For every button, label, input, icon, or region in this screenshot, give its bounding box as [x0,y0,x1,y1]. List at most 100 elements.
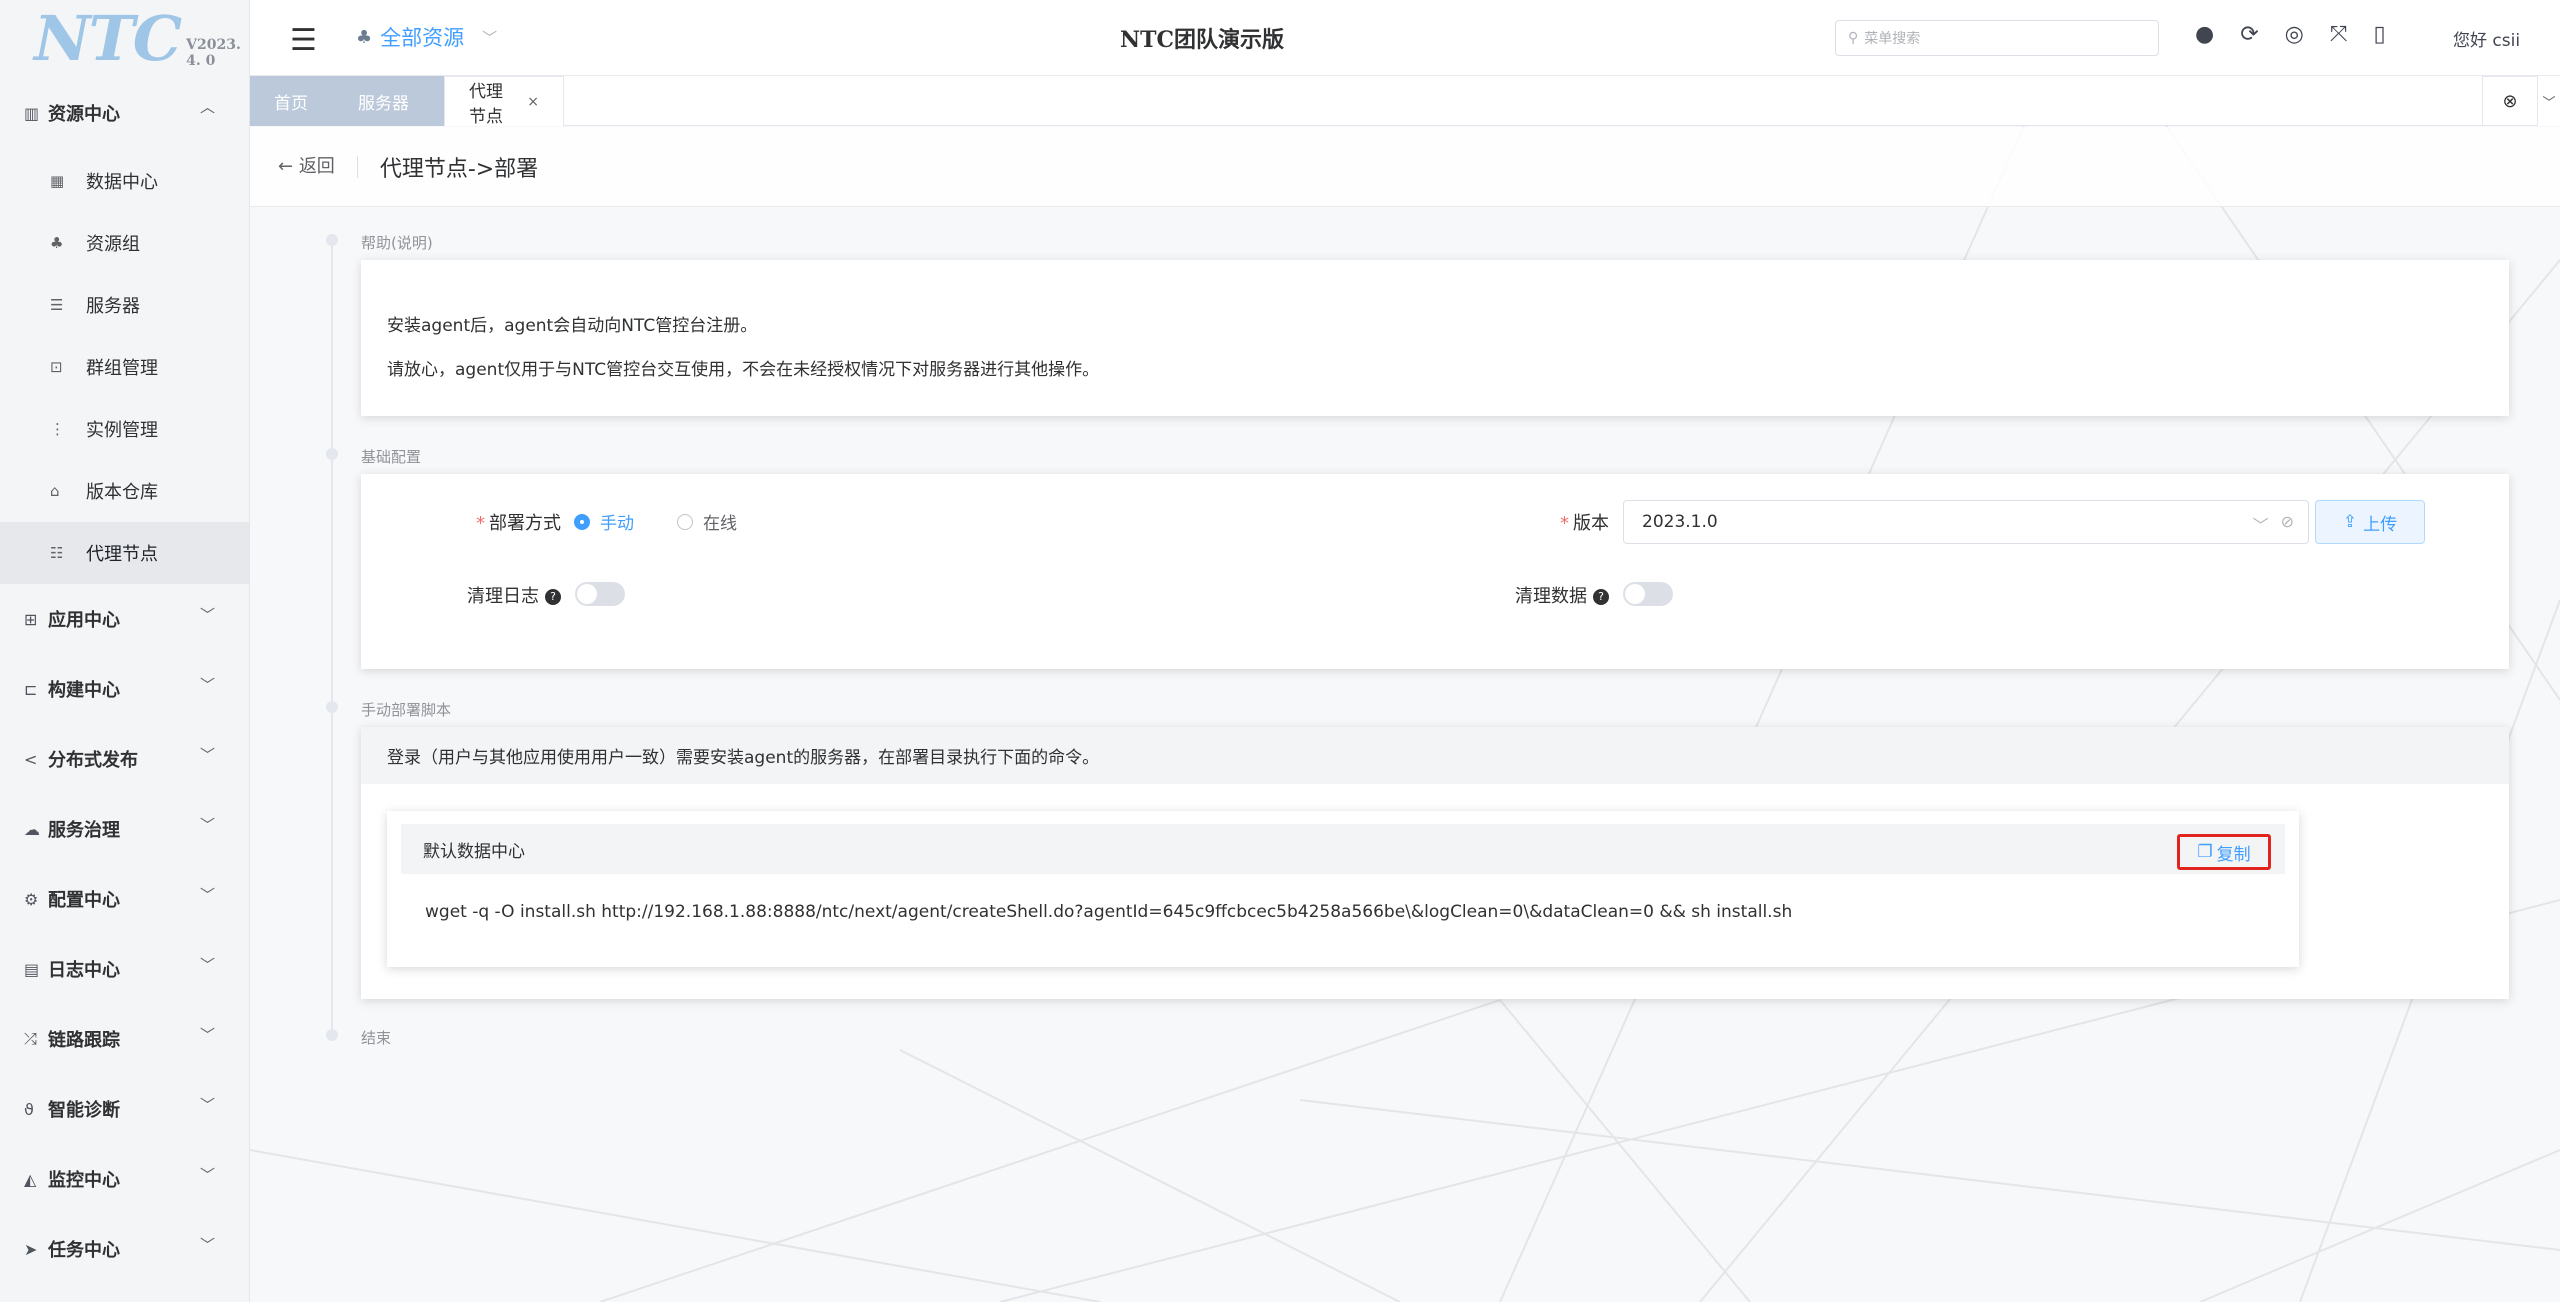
sidebar-item-resource-group[interactable]: ♣ 资源组 [0,212,249,274]
radio-label: 在线 [703,514,737,534]
server-icon: ☰ [50,296,64,314]
sidebar-item-log-center[interactable]: ▤ 日志中心 ﹀ [0,934,249,1004]
fullscreen-icon[interactable]: ⤧ [2330,22,2348,47]
sidebar-item-label: 任务中心 [48,1240,120,1261]
copy-icon: ❐ [2197,842,2213,862]
copy-button[interactable]: ❐ 复制 [2177,834,2271,870]
radio-label: 手动 [600,514,634,534]
target-icon[interactable]: ◎ [2285,22,2304,47]
help-card: 安装agent后，agent会自动向NTC管控台注册。 请放心，agent仅用于… [361,260,2509,416]
back-button[interactable]: ← 返回 [278,155,358,178]
help-line: 安装agent后，agent会自动向NTC管控台注册。 [387,316,758,336]
refresh-icon[interactable]: ⟳ [2240,22,2258,47]
datacenter-script-card: 默认数据中心 ❐ 复制 wget -q -O install.sh http://… [387,811,2299,967]
clean-log-switch[interactable] [575,582,625,606]
sidebar-item-distributed-release[interactable]: < 分布式发布 ﹀ [0,724,249,794]
chevron-down-icon: ﹀ [199,956,215,974]
sidebar-item-build-center[interactable]: ⊏ 构建中心 ﹀ [0,654,249,724]
cloud-icon: ☁ [24,819,40,839]
sidebar-item-app-center[interactable]: ⊞ 应用中心 ﹀ [0,584,249,654]
cluster-icon: ⊡ [50,358,63,376]
version-select[interactable]: 2023.1.0 ﹀ ⊘ [1623,500,2309,544]
tab-home[interactable]: 首页 [250,76,334,126]
question-icon[interactable]: ? [545,589,561,605]
sidebar-item-service-governance[interactable]: ☁ 服务治理 ﹀ [0,794,249,864]
version-text: 版本 [1573,513,1609,534]
sidebar-item-monitor-center[interactable]: ◭ 监控中心 ﹀ [0,1144,249,1214]
version-value: 2023.1.0 [1642,512,1718,532]
chevron-down-icon: ﹀ [199,606,215,624]
version-label: * 版本 [1560,509,1609,535]
sidebar-menu: ▥ 资源中心 ︿ ▦ 数据中心 ♣ 资源组 ☰ 服务器 ⊡ 群组管理 ⋮ 实例管理 ⌂ 版本… [0,76,249,1284]
upload-button[interactable]: ⇪ 上传 [2315,500,2425,544]
timeline-dot [326,448,338,460]
select-icons: ﹀ ⊘ [2253,512,2294,536]
clean-log-label: 清理日志? [467,582,561,608]
resource-selector[interactable]: ♣ 全部资源 ﹀ [356,22,497,52]
chevron-down-icon: ﹀ [199,746,215,764]
copy-label: 复制 [2216,844,2251,865]
deploy-mode-text: 部署方式 [489,513,561,534]
tab-servers[interactable]: 服务器 [334,76,444,126]
location-pin-icon[interactable]: ● [2195,22,2214,47]
sidebar-item-resource-center[interactable]: ▥ 资源中心 ︿ [0,76,249,150]
required-mark: * [476,513,485,534]
top-bar: ☰ ♣ 全部资源 ﹀ NTC团队演示版 ⚲ 菜单搜索 ● ⟳ ◎ ⤧ ▯ 您好 … [250,0,2560,76]
chevron-down-icon: ﹀ [199,886,215,904]
chevron-down-icon: ﹀ [2252,516,2269,535]
shuffle-icon: ⤮ [24,1029,37,1048]
resource-selector-label: 全部资源 [380,26,465,50]
sidebar-item-label: 版本仓库 [86,482,158,503]
warehouse-icon: ⌂ [50,482,60,500]
close-icon[interactable]: × [527,94,539,110]
sidebar-item-label: 实例管理 [86,420,158,441]
sidebar-item-diagnosis[interactable]: ϑ 智能诊断 ﹀ [0,1074,249,1144]
sidebar-item-label: 资源中心 [48,104,120,125]
chevron-down-icon: ﹀ [199,1026,215,1044]
word-doc-icon[interactable]: ▯ [2373,22,2385,47]
menu-search-input[interactable]: ⚲ 菜单搜索 [1835,20,2159,56]
logo-version: V2023. 4. 0 [186,37,241,69]
tab-label: 首页 [274,93,308,114]
tab-label: 代理节点 [469,81,503,127]
log-icon: ▤ [24,959,40,979]
user-greeting[interactable]: 您好 csii [2453,26,2520,51]
datacenter-name: 默认数据中心 [423,841,525,862]
sidebar-item-label: 群组管理 [86,358,158,379]
list-icon: ⋮ [50,420,65,438]
sidebar-item-version-repo[interactable]: ⌂ 版本仓库 [0,460,249,522]
sidebar-item-datacenter[interactable]: ▦ 数据中心 [0,150,249,212]
clean-data-switch[interactable] [1623,582,1673,606]
sidebar-item-label: 配置中心 [48,890,120,911]
sidebar-item-label: 智能诊断 [48,1100,120,1121]
page-title: 代理节点->部署 [379,156,539,182]
stethoscope-icon: ϑ [24,1099,34,1119]
datacenter-header: 默认数据中心 ❐ 复制 [401,824,2285,874]
tabs-dropdown-button[interactable]: ﹀ [2538,76,2560,126]
tab-proxy-node[interactable]: 代理节点 × [444,76,564,127]
chevron-down-icon: ﹀ [199,1166,215,1184]
hamburger-menu-icon[interactable]: ☰ [290,23,317,58]
install-command: wget -q -O install.sh http://192.168.1.8… [425,902,1793,922]
sidebar-item-label: 应用中心 [48,610,120,631]
upload-icon: ⇪ [2342,512,2358,532]
sidebar-item-label: 构建中心 [48,680,120,701]
radio-manual[interactable]: 手动 [574,509,634,534]
gears-icon: ⚙ [24,889,39,909]
sidebar-item-proxy-node[interactable]: ☷ 代理节点 [0,522,249,584]
sidebar-item-config-center[interactable]: ⚙ 配置中心 ﹀ [0,864,249,934]
radio-unchecked-icon [677,513,693,530]
chevron-down-icon: ﹀ [2542,95,2556,111]
chevron-up-icon: ︿ [199,98,215,116]
sidebar-item-trace[interactable]: ⤮ 链路跟踪 ﹀ [0,1004,249,1074]
radio-online[interactable]: 在线 [677,509,737,534]
close-all-tabs-button[interactable]: ⊗ [2482,76,2538,126]
sidebar-item-group-management[interactable]: ⊡ 群组管理 [0,336,249,398]
clean-data-label: 清理数据? [1515,582,1609,608]
sidebar-item-servers[interactable]: ☰ 服务器 [0,274,249,336]
sidebar-item-label: 代理节点 [86,544,158,565]
chevron-down-icon: ﹀ [199,1096,215,1114]
sidebar-item-instance-management[interactable]: ⋮ 实例管理 [0,398,249,460]
sidebar-item-task-center[interactable]: ➤ 任务中心 ﹀ [0,1214,249,1284]
question-icon[interactable]: ? [1593,589,1609,605]
